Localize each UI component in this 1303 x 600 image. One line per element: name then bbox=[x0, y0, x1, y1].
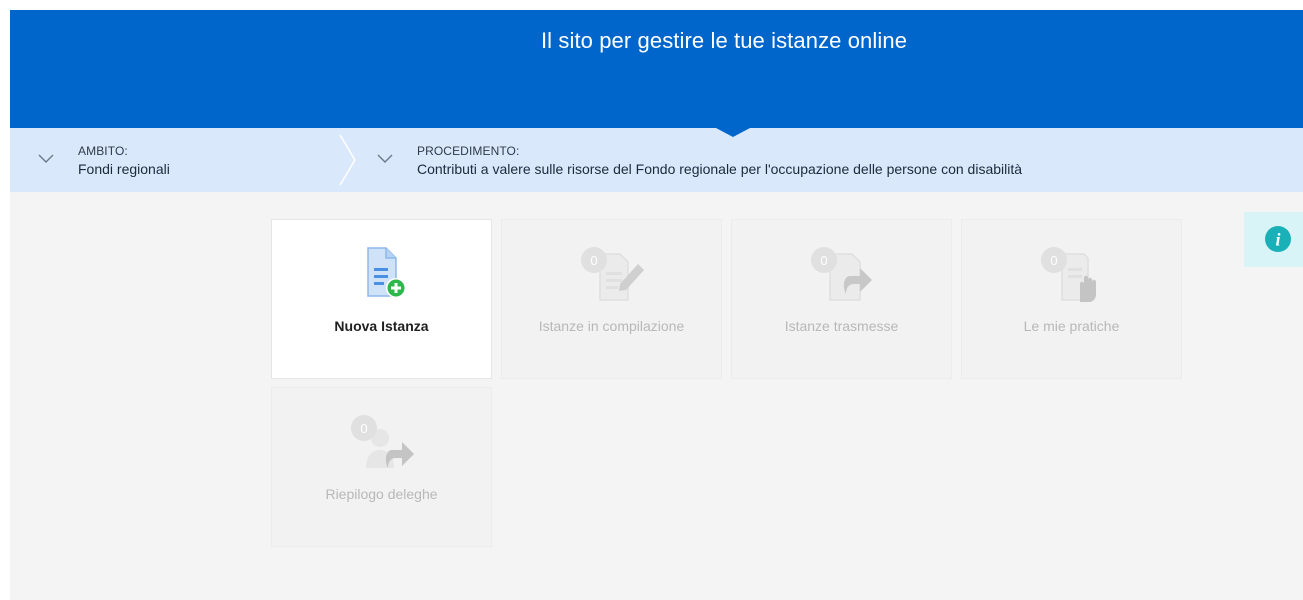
header-pointer bbox=[716, 128, 750, 137]
tile-label: Riepilogo deleghe bbox=[325, 486, 438, 502]
page: Il sito per gestire le tue istanze onlin… bbox=[10, 10, 1303, 600]
count-badge: 0 bbox=[1050, 253, 1057, 268]
page-title: Il sito per gestire le tue istanze onlin… bbox=[540, 28, 908, 53]
count-badge: 0 bbox=[820, 253, 827, 268]
breadcrumb-procedimento[interactable]: PROCEDIMENTO: Contributi a valere sulle … bbox=[365, 128, 1295, 192]
tile-istanze-trasmesse[interactable]: 0 Istanze trasmesse bbox=[732, 220, 951, 378]
tile-le-mie-pratiche[interactable]: 0 Le mie pratiche bbox=[962, 220, 1181, 378]
tile-label: Le mie pratiche bbox=[1023, 318, 1120, 334]
procedimento-label: PROCEDIMENTO: bbox=[417, 144, 520, 158]
tile-riepilogo-deleghe[interactable]: 0 Riepilogo deleghe bbox=[272, 388, 491, 546]
chevron-down-icon bbox=[377, 154, 393, 163]
ambito-label: AMBITO: bbox=[78, 144, 128, 158]
tile-label: Nuova Istanza bbox=[334, 318, 429, 334]
breadcrumb: AMBITO: Fondi regionali PROCEDIMENTO: Co… bbox=[10, 128, 1303, 192]
count-badge: 0 bbox=[360, 421, 367, 436]
tile-nuova-istanza[interactable]: Nuova Istanza bbox=[272, 220, 491, 378]
procedimento-value: Contributi a valere sulle risorse del Fo… bbox=[417, 161, 1023, 177]
tile-label: Istanze trasmesse bbox=[784, 318, 899, 334]
info-icon: i bbox=[1265, 226, 1291, 252]
new-document-icon bbox=[366, 247, 406, 298]
count-badge: 0 bbox=[590, 253, 597, 268]
chevron-down-icon bbox=[38, 154, 54, 163]
tile-istanze-in-compilazione[interactable]: 0 Istanze in compilazione bbox=[502, 220, 721, 378]
info-button[interactable]: i bbox=[1244, 212, 1303, 267]
breadcrumb-separator bbox=[339, 134, 356, 186]
forward-document-icon: 0 bbox=[810, 247, 872, 301]
ambito-value: Fondi regionali bbox=[78, 161, 170, 177]
hand-document-icon: 0 bbox=[1040, 247, 1096, 302]
tile-label: Istanze in compilazione bbox=[538, 318, 685, 334]
edit-document-icon: 0 bbox=[580, 247, 644, 301]
breadcrumb-ambito[interactable]: AMBITO: Fondi regionali bbox=[10, 128, 340, 192]
delegate-user-icon: 0 bbox=[350, 415, 414, 468]
svg-text:i: i bbox=[1275, 230, 1280, 250]
header-banner: Il sito per gestire le tue istanze onlin… bbox=[10, 10, 1303, 128]
